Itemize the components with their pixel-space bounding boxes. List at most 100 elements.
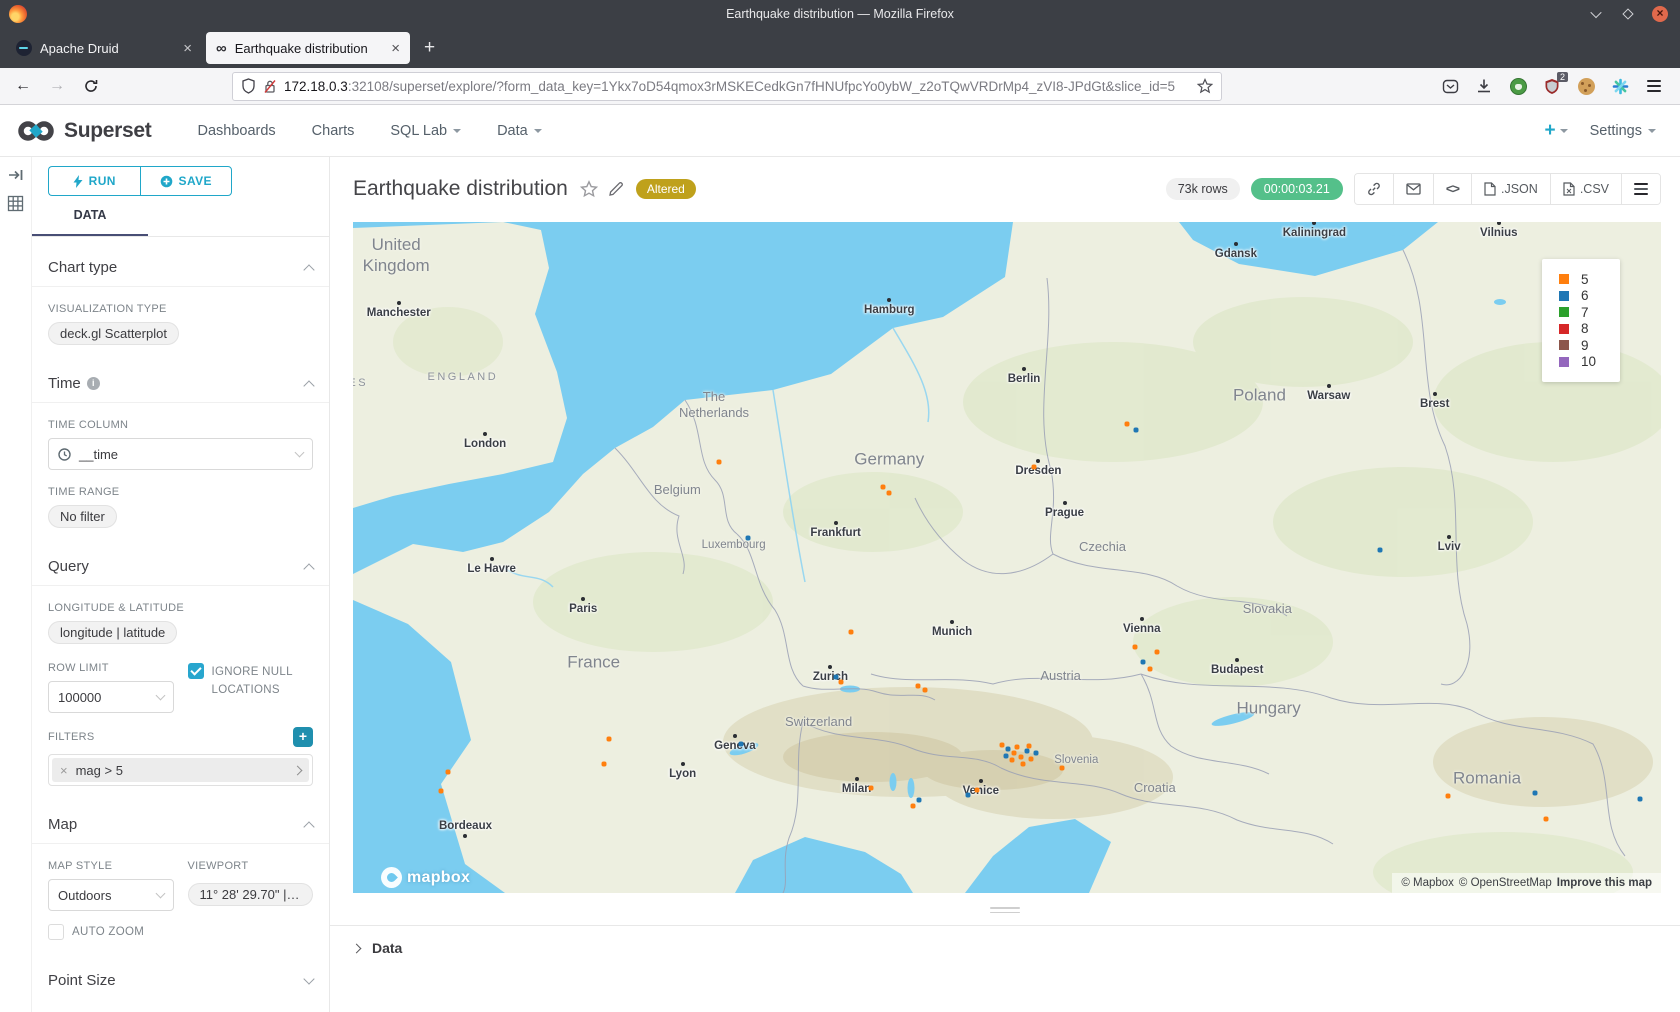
earthquake-point — [1032, 464, 1037, 469]
ublock-extension-icon[interactable]: 2 — [1542, 76, 1562, 96]
favorite-star-icon[interactable] — [580, 180, 598, 198]
settings-menu[interactable]: Settings — [1590, 123, 1656, 139]
legend-item[interactable]: 7 — [1559, 304, 1620, 321]
altered-badge[interactable]: Altered — [636, 179, 696, 199]
edit-pencil-icon[interactable] — [608, 181, 624, 197]
time-range-value[interactable]: No filter — [48, 505, 117, 528]
tab-close-icon[interactable]: × — [391, 41, 400, 56]
map-style-select[interactable]: Outdoors — [48, 879, 174, 911]
row-limit-select[interactable]: 100000 — [48, 681, 174, 713]
legend-swatch — [1559, 324, 1569, 334]
window-maximize-button[interactable] — [1620, 6, 1636, 22]
menu-icon[interactable] — [1644, 76, 1664, 96]
mapbox-logo[interactable]: mapbox — [381, 867, 470, 888]
viewport-value[interactable]: 11° 28' 29.70" | 50... — [188, 883, 314, 906]
copy-link-button[interactable] — [1355, 174, 1394, 204]
email-button[interactable] — [1394, 174, 1434, 204]
improve-map-link[interactable]: Improve this map — [1557, 877, 1652, 889]
datasource-grid-icon[interactable] — [7, 195, 24, 212]
legend-item[interactable]: 8 — [1559, 321, 1620, 338]
menu-bars-icon — [1634, 188, 1648, 190]
city-dot — [581, 597, 585, 601]
superset-infinity-icon — [16, 117, 56, 145]
deckgl-scatter-map[interactable]: United KingdomENGLANDESThe NetherlandsBe… — [353, 222, 1661, 893]
mapbox-attribution-link[interactable]: © Mapbox — [1401, 877, 1454, 889]
filter-chip[interactable]: × mag > 5 — [52, 758, 309, 782]
chevron-up-icon — [303, 264, 314, 275]
url-bar[interactable]: 172.18.0.3:32108/superset/explore/?form_… — [232, 72, 1222, 101]
legend-item[interactable]: 10 — [1559, 354, 1620, 371]
pocket-icon[interactable] — [1440, 76, 1460, 96]
window-minimize-button[interactable] — [1588, 6, 1604, 22]
panel-resize-handle[interactable] — [990, 907, 1020, 913]
nav-item-data[interactable]: Data — [479, 105, 560, 157]
reload-button[interactable] — [78, 73, 104, 99]
tab-data[interactable]: DATA — [32, 208, 148, 236]
insecure-lock-icon[interactable] — [263, 79, 277, 94]
chevron-up-icon — [303, 380, 314, 391]
browser-tab-earthquake-distribution[interactable]: ∞ Earthquake distribution × — [206, 32, 410, 64]
new-tab-button[interactable]: + — [414, 37, 445, 59]
section-query[interactable]: Query — [48, 528, 313, 585]
privacy-badger-extension-icon[interactable] — [1508, 76, 1528, 96]
auto-zoom-checkbox[interactable] — [48, 924, 64, 940]
nav-item-charts[interactable]: Charts — [294, 105, 373, 157]
downloads-icon[interactable] — [1474, 76, 1494, 96]
url-host: 172.18.0.3 — [284, 79, 348, 94]
cookie-extension-icon[interactable] — [1576, 76, 1596, 96]
druid-favicon — [16, 40, 32, 56]
earthquake-point — [1006, 746, 1011, 751]
collapse-panel-icon[interactable] — [8, 167, 24, 183]
export-json-button[interactable]: .JSON — [1472, 174, 1551, 204]
time-column-select[interactable]: __time — [48, 438, 313, 470]
bookmark-star-icon[interactable] — [1197, 78, 1213, 94]
pinwheel-extension-icon[interactable] — [1610, 76, 1630, 96]
nav-item-dashboards[interactable]: Dashboards — [179, 105, 293, 157]
browser-tab-apache-druid[interactable]: Apache Druid × — [6, 32, 202, 64]
legend-item[interactable]: 6 — [1559, 288, 1620, 305]
chevron-up-icon — [303, 563, 314, 574]
run-button[interactable]: RUN — [48, 166, 140, 196]
earthquake-point — [602, 762, 607, 767]
tab-strip: Apache Druid × ∞ Earthquake distribution… — [0, 28, 1680, 68]
legend-item[interactable]: 9 — [1559, 337, 1620, 354]
data-panel-header[interactable]: Data — [330, 925, 1680, 956]
city-dot — [397, 301, 401, 305]
earthquake-point — [1147, 666, 1152, 671]
section-point-size[interactable]: Point Size — [48, 940, 313, 999]
chart-menu-button[interactable] — [1622, 174, 1660, 204]
osm-attribution-link[interactable]: © OpenStreetMap — [1459, 877, 1552, 889]
window-close-button[interactable]: × — [1652, 6, 1668, 22]
nav-label: Charts — [312, 123, 355, 139]
export-csv-button[interactable]: .CSV — [1551, 174, 1622, 204]
tab-close-icon[interactable]: × — [183, 41, 192, 56]
ignore-null-checkbox[interactable] — [188, 663, 204, 679]
filters-label: FILTERS — [48, 731, 95, 743]
lonlat-value[interactable]: longitude | latitude — [48, 621, 177, 644]
forward-button[interactable]: → — [44, 73, 70, 99]
code-icon: <> — [1446, 181, 1459, 196]
save-button[interactable]: SAVE — [140, 166, 233, 196]
earthquake-point — [1125, 421, 1130, 426]
back-button[interactable]: ← — [10, 73, 36, 99]
nav-item-sql-lab[interactable]: SQL Lab — [372, 105, 479, 157]
shield-icon[interactable] — [241, 78, 256, 94]
section-chart-type[interactable]: Chart type — [48, 237, 313, 286]
superset-logo[interactable]: Superset — [16, 117, 151, 145]
chevron-right-icon[interactable] — [293, 765, 303, 775]
section-map[interactable]: Map — [48, 786, 313, 843]
chevron-down-icon — [1648, 129, 1656, 133]
legend-label: 8 — [1581, 321, 1589, 336]
earthquake-point — [965, 793, 970, 798]
new-item-button[interactable]: + — [1544, 120, 1567, 142]
earthquake-point — [739, 742, 744, 747]
viz-type-value[interactable]: deck.gl Scatterplot — [48, 322, 179, 345]
run-label: RUN — [89, 174, 116, 188]
legend-item[interactable]: 5 — [1559, 271, 1620, 288]
view-query-button[interactable]: <> — [1434, 174, 1472, 204]
map-country-label: Switzerland — [785, 714, 852, 730]
city-dot — [950, 620, 954, 624]
add-filter-button[interactable]: + — [293, 727, 313, 747]
remove-filter-icon[interactable]: × — [60, 763, 68, 778]
section-time[interactable]: Timei — [48, 345, 313, 402]
